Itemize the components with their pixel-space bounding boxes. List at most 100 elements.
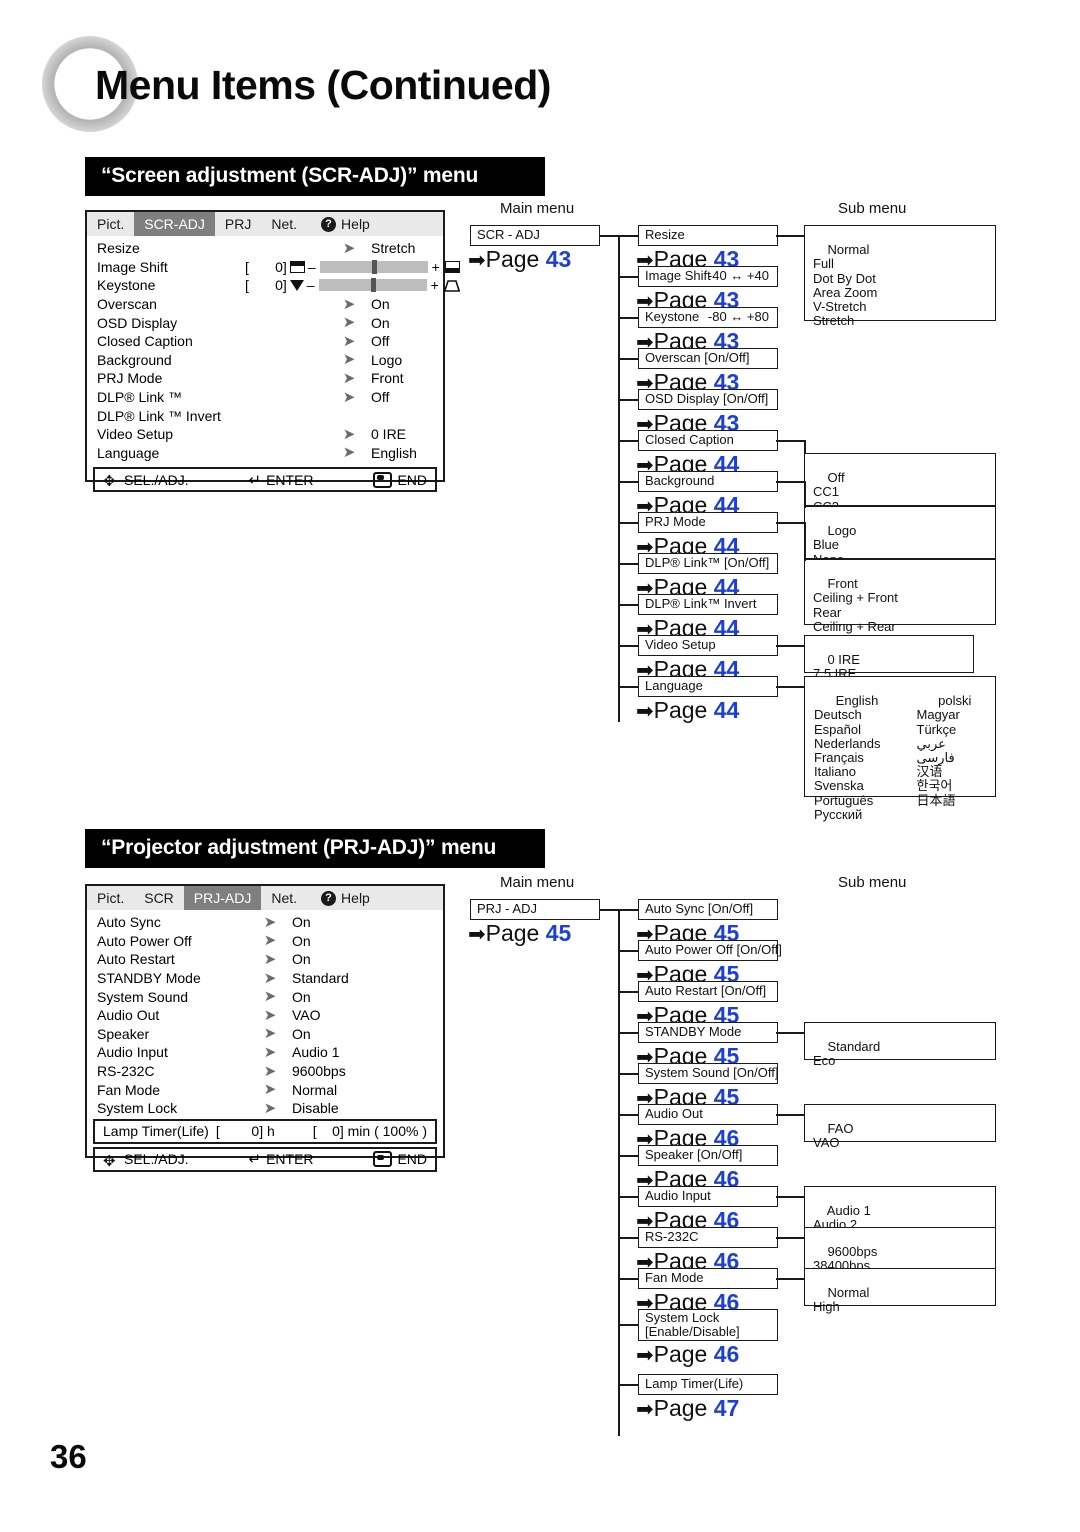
flow-sub-box-resize: Normal Full Dot By Dot Area Zoom V-Stretch St…: [804, 225, 996, 328]
tab-help[interactable]: ? Help: [307, 212, 380, 236]
tab-net[interactable]: Net.: [261, 886, 307, 910]
image-shift-slider[interactable]: [319, 259, 428, 274]
osd-row-fan-mode[interactable]: Fan Mode ➤ Normal: [87, 1080, 443, 1099]
flow-diagram-scr-adj: Main menu Sub menu SCR - ADJ ➡Page 43 Re…: [460, 200, 1060, 822]
osd-row-rs-232c[interactable]: RS-232C ➤ 9600bps: [87, 1062, 443, 1081]
osd-row-value: Logo: [371, 351, 403, 368]
osd-row-value: On: [292, 951, 311, 968]
osd-row-value: Front: [371, 370, 404, 387]
osd-row-dlp-link-invert[interactable]: DLP® Link ™ Invert: [87, 406, 443, 425]
osd-footer-enter-label: ENTER: [266, 471, 314, 488]
right-arrow-icon: ➤: [263, 1062, 277, 1080]
enter-key-icon: ↵: [248, 471, 262, 489]
right-arrow-icon: ➤: [342, 314, 356, 332]
page-number: 36: [50, 1438, 87, 1475]
right-arrow-icon: ➤: [263, 969, 277, 987]
osd-row-label: Audio Out: [97, 1007, 160, 1024]
slider-knob[interactable]: [370, 278, 376, 293]
osd-row-label: Overscan: [97, 296, 157, 313]
flow-item-pageref: ➡Page 47: [636, 1395, 740, 1421]
osd-row-audio-input[interactable]: Audio Input ➤ Audio 1: [87, 1043, 443, 1062]
osd-row-label: DLP® Link ™: [97, 389, 183, 406]
tab-pict[interactable]: Pict.: [87, 886, 134, 910]
right-arrow-icon: ➤: [263, 1099, 277, 1117]
flow-sub-box-standby-mode: Standard Eco: [804, 1022, 996, 1068]
slider-knob[interactable]: [371, 259, 377, 274]
osd-row-system-lock[interactable]: System Lock ➤ Disable: [87, 1099, 443, 1118]
osd-row-value: English: [371, 444, 417, 461]
right-arrow-icon: ➤: [342, 332, 356, 350]
osd-row-label: Closed Caption: [97, 333, 193, 350]
osd-row-value: 0: [275, 258, 283, 275]
osd-row-value: On: [371, 314, 390, 331]
osd-row-speaker[interactable]: Speaker ➤ On: [87, 1025, 443, 1044]
osd-row-language[interactable]: Language ➤ English: [87, 444, 443, 463]
flow-item-pageref: ➡Page 46: [636, 1341, 740, 1367]
right-arrow-icon: ➤: [263, 988, 277, 1006]
osd-row-auto-sync[interactable]: Auto Sync ➤ On: [87, 913, 443, 932]
osd-row-prj-mode[interactable]: PRJ Mode ➤ Front: [87, 369, 443, 388]
system-lock-line2: [Enable/Disable]: [645, 1324, 740, 1339]
tab-prj[interactable]: PRJ: [215, 212, 261, 236]
flow-column-caption-main: Main menu: [500, 200, 575, 217]
right-arrow-icon: ➤: [263, 913, 277, 931]
flow-item-box: Speaker [On/Off]: [638, 1145, 778, 1166]
right-arrow-icon: ➤: [263, 932, 277, 950]
lamp-timer-minutes: 0: [332, 1123, 340, 1140]
flow-sub-box-prj-mode: Front Ceiling + Front Rear Ceiling + Rear: [804, 559, 996, 633]
osd-row-overscan[interactable]: Overscan ➤ On: [87, 295, 443, 314]
tab-prj-adj[interactable]: PRJ-ADJ: [183, 886, 262, 910]
osd-row-closed-caption[interactable]: Closed Caption ➤ Off: [87, 332, 443, 351]
osd-row-auto-restart[interactable]: Auto Restart ➤ On: [87, 950, 443, 969]
flow-item-box: STANDBY Mode: [638, 1022, 778, 1043]
osd-row-audio-out[interactable]: Audio Out ➤ VAO: [87, 1006, 443, 1025]
flow-item-box: Image Shift -40 ↔ +40: [638, 266, 778, 287]
tab-scr[interactable]: SCR: [134, 886, 184, 910]
tab-help[interactable]: ? Help: [307, 886, 380, 910]
osd-row-resize[interactable]: Resize ➤ Stretch: [87, 239, 443, 258]
tab-net[interactable]: Net.: [261, 212, 307, 236]
lamp-timer-hours: 0: [251, 1123, 260, 1140]
keystone-slider[interactable]: [318, 278, 427, 293]
osd-row-video-setup[interactable]: Video Setup ➤ 0 IRE: [87, 425, 443, 444]
osd-row-value: 0: [275, 277, 283, 294]
dpad-icon: [103, 1153, 119, 1166]
tab-help-label: Help: [341, 216, 370, 232]
osd-row-label: Image Shift: [97, 258, 168, 275]
osd-row-dlp-link[interactable]: DLP® Link ™ ➤ Off: [87, 388, 443, 407]
osd-row-value: Standard: [292, 970, 349, 987]
lamp-timer-minutes-unit: ] min ( 100% ): [339, 1123, 427, 1140]
osd-row-label: Keystone: [97, 277, 156, 294]
keystone-down-icon: [289, 279, 304, 291]
osd-footer-bar: SEL./ADJ. ↵ ENTER END: [93, 467, 437, 493]
tab-scr-adj[interactable]: SCR-ADJ: [134, 212, 215, 236]
flow-root-pageref: ➡Page 43: [468, 246, 572, 272]
osd-row-list: Auto Sync ➤ On Auto Power Off ➤ On Auto …: [87, 910, 443, 1118]
flow-item-box: Auto Restart [On/Off]: [638, 981, 778, 1002]
osd-row-image-shift[interactable]: Image Shift [0] – +: [87, 258, 460, 277]
osd-row-system-sound[interactable]: System Sound ➤ On: [87, 987, 443, 1006]
osd-row-list: Resize ➤ Stretch Image Shift [0] – + Key…: [87, 236, 461, 463]
flow-column-caption-sub: Sub menu: [838, 200, 907, 217]
question-mark-icon: ?: [321, 216, 337, 232]
flow-diagram-prj-adj: Main menu Sub menu PRJ - ADJ ➡Page 45 Au…: [460, 874, 1060, 1494]
flow-item-box: Auto Sync [On/Off]: [638, 899, 778, 920]
osd-row-osd-display[interactable]: OSD Display ➤ On: [87, 313, 443, 332]
flow-root-box-scr-adj: SCR - ADJ: [470, 225, 600, 246]
osd-tab-bar: Pict. SCR PRJ-ADJ Net. ? Help: [87, 886, 443, 910]
flow-item-box: Auto Power Off [On/Off]: [638, 940, 782, 961]
osd-row-label: RS-232C: [97, 1063, 155, 1080]
osd-footer-bar: SEL./ADJ. ↵ ENTER END: [93, 1146, 437, 1172]
osd-row-background[interactable]: Background ➤ Logo: [87, 351, 443, 370]
osd-row-keystone[interactable]: Keystone [0] – +: [87, 276, 461, 295]
osd-row-standby-mode[interactable]: STANDBY Mode ➤ Standard: [87, 969, 443, 988]
osd-row-label: Speaker: [97, 1025, 150, 1042]
flow-column-caption-sub: Sub menu: [838, 874, 907, 891]
tab-pict[interactable]: Pict.: [87, 212, 134, 236]
osd-row-label: Resize: [97, 240, 140, 257]
flow-root-pageref: ➡Page 45: [468, 920, 572, 946]
right-arrow-icon: ➤: [342, 351, 356, 369]
language-column-1: English Deutsch Español Nederlands Français I…: [814, 693, 881, 822]
osd-row-auto-power-off[interactable]: Auto Power Off ➤ On: [87, 932, 443, 951]
osd-row-label: OSD Display: [97, 314, 178, 331]
